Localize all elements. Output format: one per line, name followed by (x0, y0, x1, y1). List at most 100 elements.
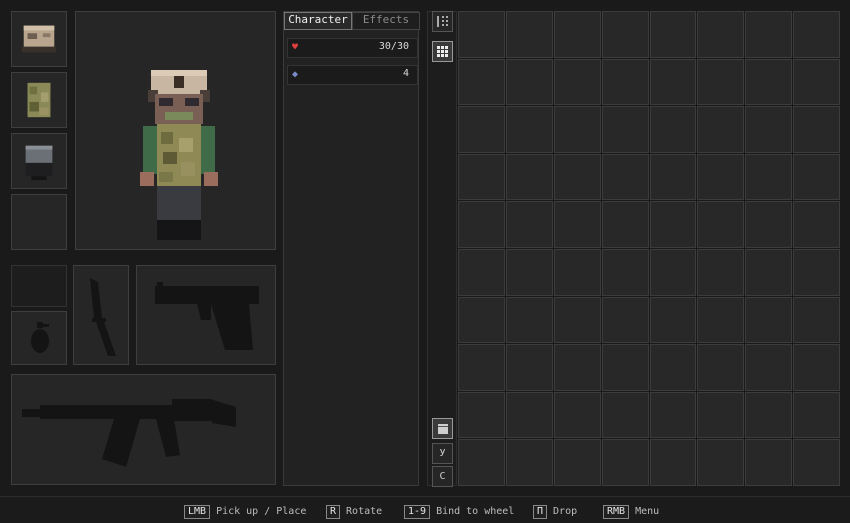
side-button-c[interactable]: C (432, 466, 453, 487)
inventory-slot[interactable] (745, 153, 793, 201)
inventory-slot[interactable] (553, 58, 601, 106)
inventory-slot[interactable] (649, 58, 697, 106)
grid-view-button[interactable] (432, 41, 453, 62)
inventory-slot[interactable] (601, 248, 649, 296)
inventory-slot[interactable] (553, 344, 601, 391)
inventory-slot[interactable] (697, 153, 745, 201)
inventory-slot[interactable] (458, 106, 505, 153)
tab-character[interactable]: Character (284, 12, 352, 30)
side-button-u[interactable]: У (432, 443, 453, 464)
inventory-slot[interactable] (697, 439, 745, 486)
inventory-slot[interactable] (649, 391, 697, 439)
inventory-slot[interactable] (745, 391, 793, 439)
inventory-slot[interactable] (601, 201, 649, 248)
melee-slot[interactable] (73, 265, 129, 365)
inventory-slot[interactable] (553, 248, 601, 296)
inventory-slot[interactable] (793, 58, 840, 106)
inventory-slot[interactable] (505, 391, 553, 439)
inventory-slot[interactable] (553, 153, 601, 201)
inventory-slot[interactable] (553, 201, 601, 248)
health-row: ♥ 30/30 (287, 38, 418, 58)
inventory-slot[interactable] (793, 153, 840, 201)
grenade-slot[interactable] (11, 311, 67, 365)
inventory-slot[interactable] (458, 11, 505, 58)
inventory-slot[interactable] (505, 201, 553, 248)
hint-key: П (533, 505, 548, 519)
inventory-slot[interactable] (697, 344, 745, 391)
inventory-slot[interactable] (458, 296, 505, 344)
inventory-slot[interactable] (745, 344, 793, 391)
inventory-slot[interactable] (793, 296, 840, 344)
inventory-slot[interactable] (697, 248, 745, 296)
inventory-slot[interactable] (505, 344, 553, 391)
inventory-slot[interactable] (553, 11, 601, 58)
inventory-slot[interactable] (745, 296, 793, 344)
container-button[interactable] (432, 418, 453, 439)
inventory-slot[interactable] (601, 11, 649, 58)
hint-label: Menu (635, 506, 660, 517)
tab-effects[interactable]: Effects (352, 12, 420, 30)
inventory-slot[interactable] (649, 106, 697, 153)
equipment-slot-feet[interactable] (11, 194, 67, 250)
inventory-slot[interactable] (649, 201, 697, 248)
equipment-slot-chest[interactable] (11, 72, 67, 128)
inventory-slot[interactable] (745, 58, 793, 106)
inventory-slot[interactable] (505, 296, 553, 344)
inventory-slot[interactable] (793, 344, 840, 391)
equipment-slot-head[interactable] (11, 11, 67, 67)
inventory-slot[interactable] (745, 439, 793, 486)
inventory-slot[interactable] (505, 439, 553, 486)
inventory-slot[interactable] (649, 153, 697, 201)
inventory-slot[interactable] (601, 439, 649, 486)
inventory-slot[interactable] (649, 248, 697, 296)
inventory-slot[interactable] (697, 106, 745, 153)
inventory-slot[interactable] (458, 439, 505, 486)
inventory-slot[interactable] (793, 391, 840, 439)
inventory-slot[interactable] (458, 391, 505, 439)
inventory-slot[interactable] (553, 439, 601, 486)
inventory-slot[interactable] (697, 296, 745, 344)
grenade-icon (31, 322, 49, 353)
inventory-slot[interactable] (793, 106, 840, 153)
inventory-slot[interactable] (458, 344, 505, 391)
inventory-slot[interactable] (601, 296, 649, 344)
inventory-slot[interactable] (793, 248, 840, 296)
inventory-slot[interactable] (458, 58, 505, 106)
quick-slot-empty[interactable] (11, 265, 67, 307)
inventory-slot[interactable] (793, 201, 840, 248)
inventory-slot[interactable] (505, 248, 553, 296)
inventory-slot[interactable] (697, 201, 745, 248)
inventory-slot[interactable] (697, 11, 745, 58)
inventory-slot[interactable] (697, 58, 745, 106)
inventory-slot[interactable] (697, 391, 745, 439)
inventory-slot[interactable] (505, 153, 553, 201)
inventory-slot[interactable] (601, 153, 649, 201)
inventory-slot[interactable] (793, 11, 840, 58)
inventory-slot[interactable] (649, 11, 697, 58)
inventory-slot[interactable] (745, 106, 793, 153)
inventory-slot[interactable] (649, 344, 697, 391)
inventory-slot[interactable] (745, 201, 793, 248)
pistol-slot[interactable] (136, 265, 276, 365)
inventory-slot[interactable] (553, 106, 601, 153)
inventory-slot[interactable] (649, 296, 697, 344)
inventory-slot[interactable] (505, 11, 553, 58)
inventory-slot[interactable] (601, 58, 649, 106)
inventory-slot[interactable] (553, 391, 601, 439)
list-view-button[interactable] (432, 11, 453, 32)
inventory-slot[interactable] (601, 391, 649, 439)
primary-weapon-slot[interactable] (11, 374, 276, 485)
inventory-slot[interactable] (458, 201, 505, 248)
inventory-slot[interactable] (793, 439, 840, 486)
inventory-slot[interactable] (601, 344, 649, 391)
inventory-slot[interactable] (505, 106, 553, 153)
inventory-slot[interactable] (553, 296, 601, 344)
inventory-slot[interactable] (745, 248, 793, 296)
inventory-slot[interactable] (601, 106, 649, 153)
inventory-slot[interactable] (458, 153, 505, 201)
inventory-slot[interactable] (649, 439, 697, 486)
equipment-slot-legs[interactable] (11, 133, 67, 189)
inventory-slot[interactable] (458, 248, 505, 296)
inventory-slot[interactable] (745, 11, 793, 58)
inventory-slot[interactable] (505, 58, 553, 106)
